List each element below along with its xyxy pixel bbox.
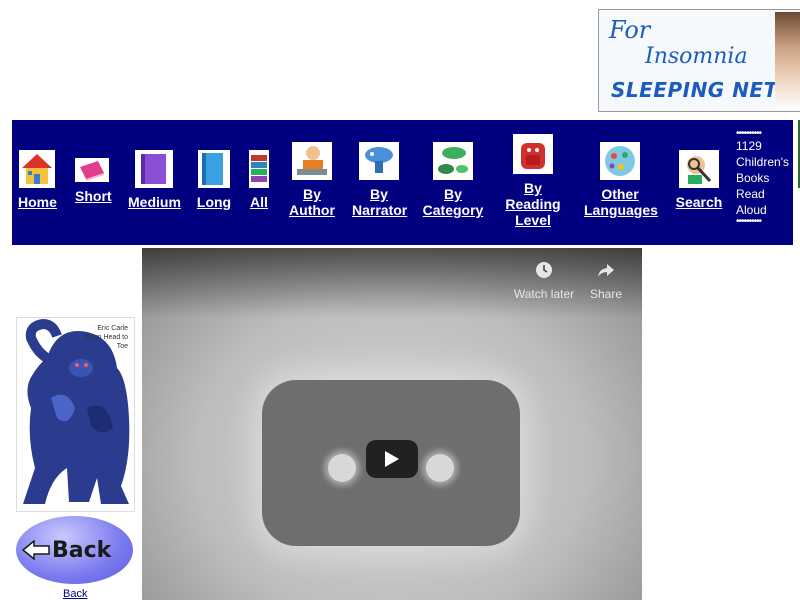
- nav-by-reading-level[interactable]: By Reading Level: [504, 134, 562, 228]
- nav-medium-label: Medium: [128, 194, 181, 210]
- search-icon: [679, 150, 719, 188]
- nav-by-category[interactable]: By Category: [422, 142, 484, 218]
- nav-all[interactable]: All: [248, 150, 270, 210]
- watch-later-label: Watch later: [513, 287, 575, 301]
- share-button[interactable]: Share: [586, 260, 626, 301]
- author-icon: [292, 142, 332, 180]
- ad-line-2: Insomnia: [645, 44, 748, 69]
- back-link[interactable]: Back: [63, 588, 87, 600]
- nav-long[interactable]: Long: [196, 150, 232, 210]
- purple-book-icon: [135, 150, 173, 188]
- pink-book-icon: [75, 158, 109, 182]
- nav-search[interactable]: Search: [674, 150, 724, 210]
- nav-by-narrator[interactable]: By Narrator: [352, 142, 408, 218]
- book-cover: Eric Carle From Head to Toe: [16, 317, 135, 512]
- nav-by-author-label: By Author: [289, 186, 335, 218]
- play-icon: [385, 451, 399, 467]
- backpack-icon: [513, 134, 553, 174]
- sleeping-net-ad[interactable]: For Insomnia SLEEPING NET: [598, 9, 800, 112]
- globe-icon: [600, 142, 640, 180]
- nav-short[interactable]: Short: [75, 158, 112, 204]
- nav-search-label: Search: [675, 194, 723, 210]
- video-player[interactable]: Watch later Share: [142, 248, 642, 600]
- nav-other-languages-label: Other Languages: [584, 186, 658, 218]
- count-number: 1129: [736, 139, 762, 153]
- share-icon: [598, 264, 614, 277]
- nav-by-narrator-label: By Narrator: [352, 186, 408, 218]
- nav-home-label: Home: [18, 194, 57, 210]
- cover-title: From Head to Toe: [85, 334, 128, 350]
- ad-line-1: For: [609, 16, 651, 44]
- nav-home[interactable]: Home: [18, 150, 57, 210]
- nav-long-label: Long: [196, 194, 232, 210]
- nav-other-languages[interactable]: Other Languages: [584, 142, 658, 218]
- thumbnail-dot-left: [328, 454, 356, 482]
- book-stack-icon: [249, 150, 269, 188]
- back-button[interactable]: Back: [16, 516, 133, 584]
- house-icon: [19, 150, 55, 188]
- book-count: •••••••••• 1129 Children's Books Read Al…: [736, 128, 794, 227]
- cover-author: Eric Carle: [97, 325, 128, 332]
- ad-photo: [775, 12, 800, 110]
- play-button[interactable]: [366, 440, 418, 478]
- arrow-left-icon: [22, 540, 50, 560]
- nav-short-label: Short: [75, 188, 112, 204]
- count-line-4: Read: [736, 187, 765, 201]
- count-line-2: Children's: [736, 155, 789, 169]
- narrator-icon: [359, 142, 399, 180]
- ad-line-3: SLEEPING NET: [611, 78, 778, 102]
- clock-icon: [536, 262, 552, 278]
- page: For Insomnia SLEEPING NET Home Short Med…: [0, 0, 800, 600]
- dots-bottom: ••••••••••: [736, 216, 762, 227]
- watch-later-button[interactable]: Watch later: [512, 260, 576, 301]
- nav-by-author[interactable]: By Author: [288, 142, 336, 218]
- back-button-label: Back: [52, 538, 112, 563]
- nav-all-label: All: [250, 194, 268, 210]
- count-line-3: Books: [736, 171, 770, 185]
- nav-by-category-label: By Category: [422, 186, 484, 218]
- nav-medium[interactable]: Medium: [128, 150, 181, 210]
- cover-title-block: Eric Carle From Head to Toe: [80, 324, 128, 351]
- blue-book-icon: [198, 150, 230, 188]
- category-icon: [433, 142, 473, 180]
- share-label: Share: [589, 287, 623, 301]
- main-nav: Home Short Medium Long All By Author By …: [12, 120, 800, 245]
- dots-top: ••••••••••: [736, 128, 762, 139]
- nav-by-reading-level-label: By Reading Level: [505, 180, 561, 228]
- thumbnail-dot-right: [426, 454, 454, 482]
